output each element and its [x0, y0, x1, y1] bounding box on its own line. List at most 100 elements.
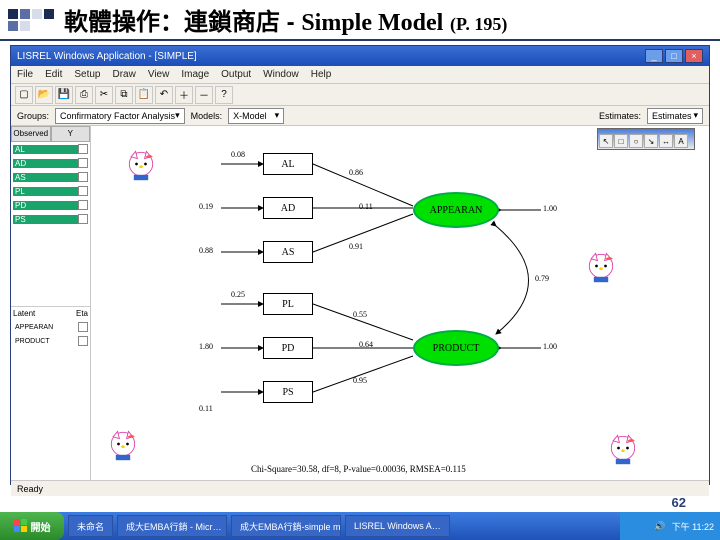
zoom-in-icon[interactable]: ＋: [175, 86, 193, 104]
minimize-button[interactable]: _: [645, 49, 663, 63]
tool-ellipse-icon[interactable]: ○: [629, 134, 643, 148]
taskbar-item[interactable]: 成大EMBA行銷 - Micr…: [117, 515, 227, 537]
variables-panel[interactable]: Observed Y AL AD AS PL PD PS LatentEta A…: [11, 126, 91, 480]
taskbar-item[interactable]: LISREL Windows A…: [345, 515, 450, 537]
window-controls: _ □ ×: [645, 49, 703, 63]
maximize-button[interactable]: □: [665, 49, 683, 63]
node-as[interactable]: AS: [263, 241, 313, 263]
paste-icon[interactable]: 📋: [135, 86, 153, 104]
slide-title-zh: 軟體操作：連鎖商店: [64, 9, 280, 36]
load-pd: 0.64: [359, 340, 373, 349]
load-ps: 0.95: [353, 376, 367, 385]
open-icon[interactable]: 📂: [35, 86, 53, 104]
tool-doublearrow-icon[interactable]: ↔: [659, 134, 673, 148]
slide-deco-squares: [8, 9, 54, 31]
windows-logo-icon: [14, 519, 28, 533]
checkbox[interactable]: [78, 186, 88, 196]
estimates-select[interactable]: Estimates▾: [647, 108, 703, 124]
tool-text-icon[interactable]: A: [674, 134, 688, 148]
menu-image[interactable]: Image: [181, 69, 209, 80]
lat-appearan[interactable]: APPEARAN: [13, 324, 78, 331]
node-ps[interactable]: PS: [263, 381, 313, 403]
var-as[interactable]: AS: [13, 173, 78, 182]
kitty-icon: [603, 428, 643, 468]
tool-rect-icon[interactable]: □: [614, 134, 628, 148]
options-bar: Groups: Confirmatory Factor Analysis▾ Mo…: [11, 106, 709, 126]
err-pd: 1.80: [199, 342, 213, 351]
titlebar[interactable]: LISREL Windows Application - [SIMPLE] _ …: [11, 46, 709, 66]
menu-edit[interactable]: Edit: [45, 69, 62, 80]
var-al[interactable]: AL: [13, 145, 78, 154]
node-pd[interactable]: PD: [263, 337, 313, 359]
var-product: 1.00: [543, 342, 557, 351]
err-al: 0.08: [231, 150, 245, 159]
new-icon[interactable]: ▢: [15, 86, 33, 104]
checkbox[interactable]: [78, 214, 88, 224]
window-title: LISREL Windows Application - [SIMPLE]: [17, 51, 197, 62]
load-ad: 0.11: [359, 202, 373, 211]
print-icon[interactable]: ⎙: [75, 86, 93, 104]
workspace: Observed Y AL AD AS PL PD PS LatentEta A…: [11, 126, 709, 480]
taskbar-item[interactable]: 未命名: [68, 515, 113, 537]
checkbox[interactable]: [78, 144, 88, 154]
models-select[interactable]: X-Model▾: [228, 108, 284, 124]
latent-section: LatentEta: [11, 306, 90, 320]
checkbox[interactable]: [78, 336, 88, 346]
node-ad[interactable]: AD: [263, 197, 313, 219]
latent-appearan[interactable]: APPEARAN: [413, 192, 499, 228]
node-al[interactable]: AL: [263, 153, 313, 175]
models-label: Models:: [191, 111, 223, 121]
taskbar-item[interactable]: 成大EMBA行銷-simple m…: [231, 515, 341, 537]
status-bar: Ready: [11, 480, 709, 496]
tab-observed[interactable]: Observed: [11, 126, 51, 142]
lat-product[interactable]: PRODUCT: [13, 338, 78, 345]
correlation: 0.79: [535, 274, 549, 283]
taskbar[interactable]: 開始 未命名 成大EMBA行銷 - Micr… 成大EMBA行銷-simple …: [0, 512, 720, 540]
menu-file[interactable]: File: [17, 69, 33, 80]
system-tray[interactable]: 🔊 下午 11:22: [620, 512, 720, 540]
var-ps[interactable]: PS: [13, 215, 78, 224]
checkbox[interactable]: [78, 172, 88, 182]
checkbox[interactable]: [78, 158, 88, 168]
app-window: LISREL Windows Application - [SIMPLE] _ …: [10, 45, 710, 485]
close-button[interactable]: ×: [685, 49, 703, 63]
menu-output[interactable]: Output: [221, 69, 251, 80]
var-pd[interactable]: PD: [13, 201, 78, 210]
start-button[interactable]: 開始: [0, 512, 64, 540]
err-ad: 0.19: [199, 202, 213, 211]
zoom-out-icon[interactable]: －: [195, 86, 213, 104]
latent-product[interactable]: PRODUCT: [413, 330, 499, 366]
draw-toolbox[interactable]: ↖ □ ○ ↘ ↔ A: [597, 128, 695, 150]
path-arrows: [91, 126, 709, 480]
path-diagram-canvas[interactable]: AL AD AS PL PD PS APPEARAN PRODUCT 0.08 …: [91, 126, 709, 480]
save-icon[interactable]: 💾: [55, 86, 73, 104]
groups-label: Groups:: [17, 111, 49, 121]
menu-help[interactable]: Help: [311, 69, 332, 80]
toolbar: ▢ 📂 💾 ⎙ ✂ ⧉ 📋 ↶ ＋ － ?: [11, 84, 709, 106]
copy-icon[interactable]: ⧉: [115, 86, 133, 104]
tray-icon[interactable]: 🔊: [654, 521, 665, 532]
help-icon[interactable]: ?: [215, 86, 233, 104]
var-ad[interactable]: AD: [13, 159, 78, 168]
err-as: 0.88: [199, 246, 213, 255]
err-ps: 0.11: [199, 404, 213, 413]
undo-icon[interactable]: ↶: [155, 86, 173, 104]
menu-draw[interactable]: Draw: [113, 69, 136, 80]
checkbox[interactable]: [78, 322, 88, 332]
tool-arrow-icon[interactable]: ↘: [644, 134, 658, 148]
tab-y[interactable]: Y: [51, 126, 91, 142]
cut-icon[interactable]: ✂: [95, 86, 113, 104]
checkbox[interactable]: [78, 200, 88, 210]
err-pl: 0.25: [231, 290, 245, 299]
tool-pointer-icon[interactable]: ↖: [599, 134, 613, 148]
clock: 下午 11:22: [672, 520, 714, 533]
slide-title-en: Simple Model: [301, 10, 443, 36]
kitty-icon: [581, 246, 621, 286]
var-pl[interactable]: PL: [13, 187, 78, 196]
node-pl[interactable]: PL: [263, 293, 313, 315]
menu-setup[interactable]: Setup: [74, 69, 100, 80]
slide-title: 軟體操作：連鎖商店 - Simple Model (P. 195): [64, 2, 507, 37]
menu-view[interactable]: View: [148, 69, 170, 80]
menu-window[interactable]: Window: [263, 69, 299, 80]
groups-select[interactable]: Confirmatory Factor Analysis▾: [55, 108, 185, 124]
